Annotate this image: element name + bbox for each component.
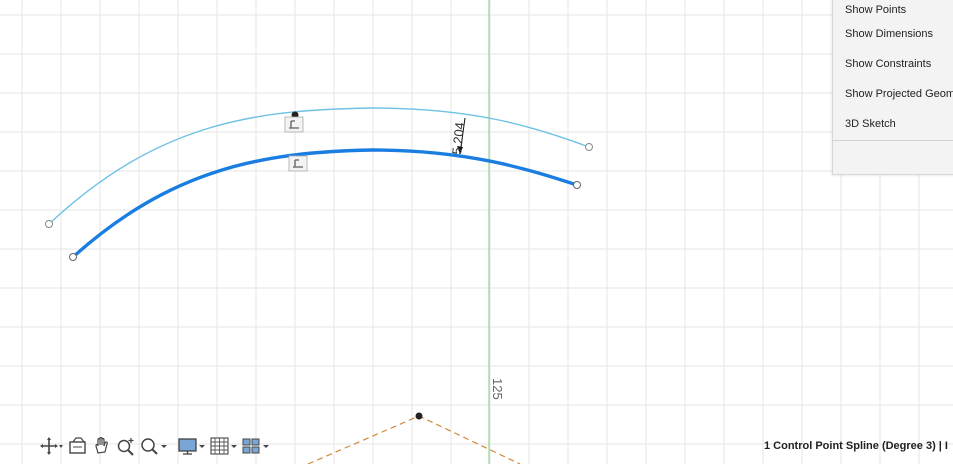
sketch-canvas[interactable]: 5.204 125 (0, 0, 953, 464)
menu-item-show-projected-geometry[interactable]: Show Projected Geom (845, 88, 953, 100)
tangent-constraint-icon[interactable] (288, 155, 308, 172)
spline-endpoint[interactable] (585, 143, 593, 151)
construction-line[interactable] (307, 415, 521, 464)
axis-dimension-label: 125 (490, 378, 505, 400)
spline-endpoint[interactable] (45, 220, 53, 228)
look-at-button[interactable] (68, 435, 88, 457)
zoom-window-button[interactable] (140, 435, 168, 457)
pan-button[interactable] (92, 435, 112, 457)
sketch-point[interactable] (415, 412, 423, 420)
grid-settings-button[interactable] (210, 435, 238, 457)
menu-item-show-points[interactable]: Show Points (845, 4, 906, 16)
sketch-grid (0, 0, 953, 464)
zoom-icon (117, 438, 134, 456)
zoom-button[interactable] (116, 435, 136, 457)
pan-icon (95, 436, 108, 454)
orbit-icon (40, 437, 63, 455)
grid-icon (210, 437, 237, 455)
display-context-menu: Show Points Show Dimensions Show Constra… (832, 0, 953, 175)
offset-dimension-value[interactable]: 5.204 (449, 121, 467, 155)
spline-endpoint[interactable] (69, 253, 77, 261)
display-settings-button[interactable] (178, 435, 206, 457)
selection-status-text: 1 Control Point Spline (Degree 3) | I (764, 440, 948, 452)
display-settings-icon (178, 438, 205, 455)
tangent-constraint-icon[interactable] (284, 116, 304, 133)
menu-item-show-dimensions[interactable]: Show Dimensions (845, 28, 933, 40)
menu-item-show-constraints[interactable]: Show Constraints (845, 58, 931, 70)
menu-divider (833, 140, 953, 141)
menu-item-3d-sketch[interactable]: 3D Sketch (845, 118, 896, 130)
zoom-window-icon (141, 438, 167, 455)
viewports-button[interactable] (242, 435, 270, 457)
viewports-icon (242, 438, 269, 454)
spline-endpoint[interactable] (573, 181, 581, 189)
orbit-button[interactable] (40, 435, 64, 457)
selected-spline[interactable] (71, 148, 578, 259)
look-at-icon (69, 437, 86, 454)
navigation-toolbar (40, 433, 295, 459)
